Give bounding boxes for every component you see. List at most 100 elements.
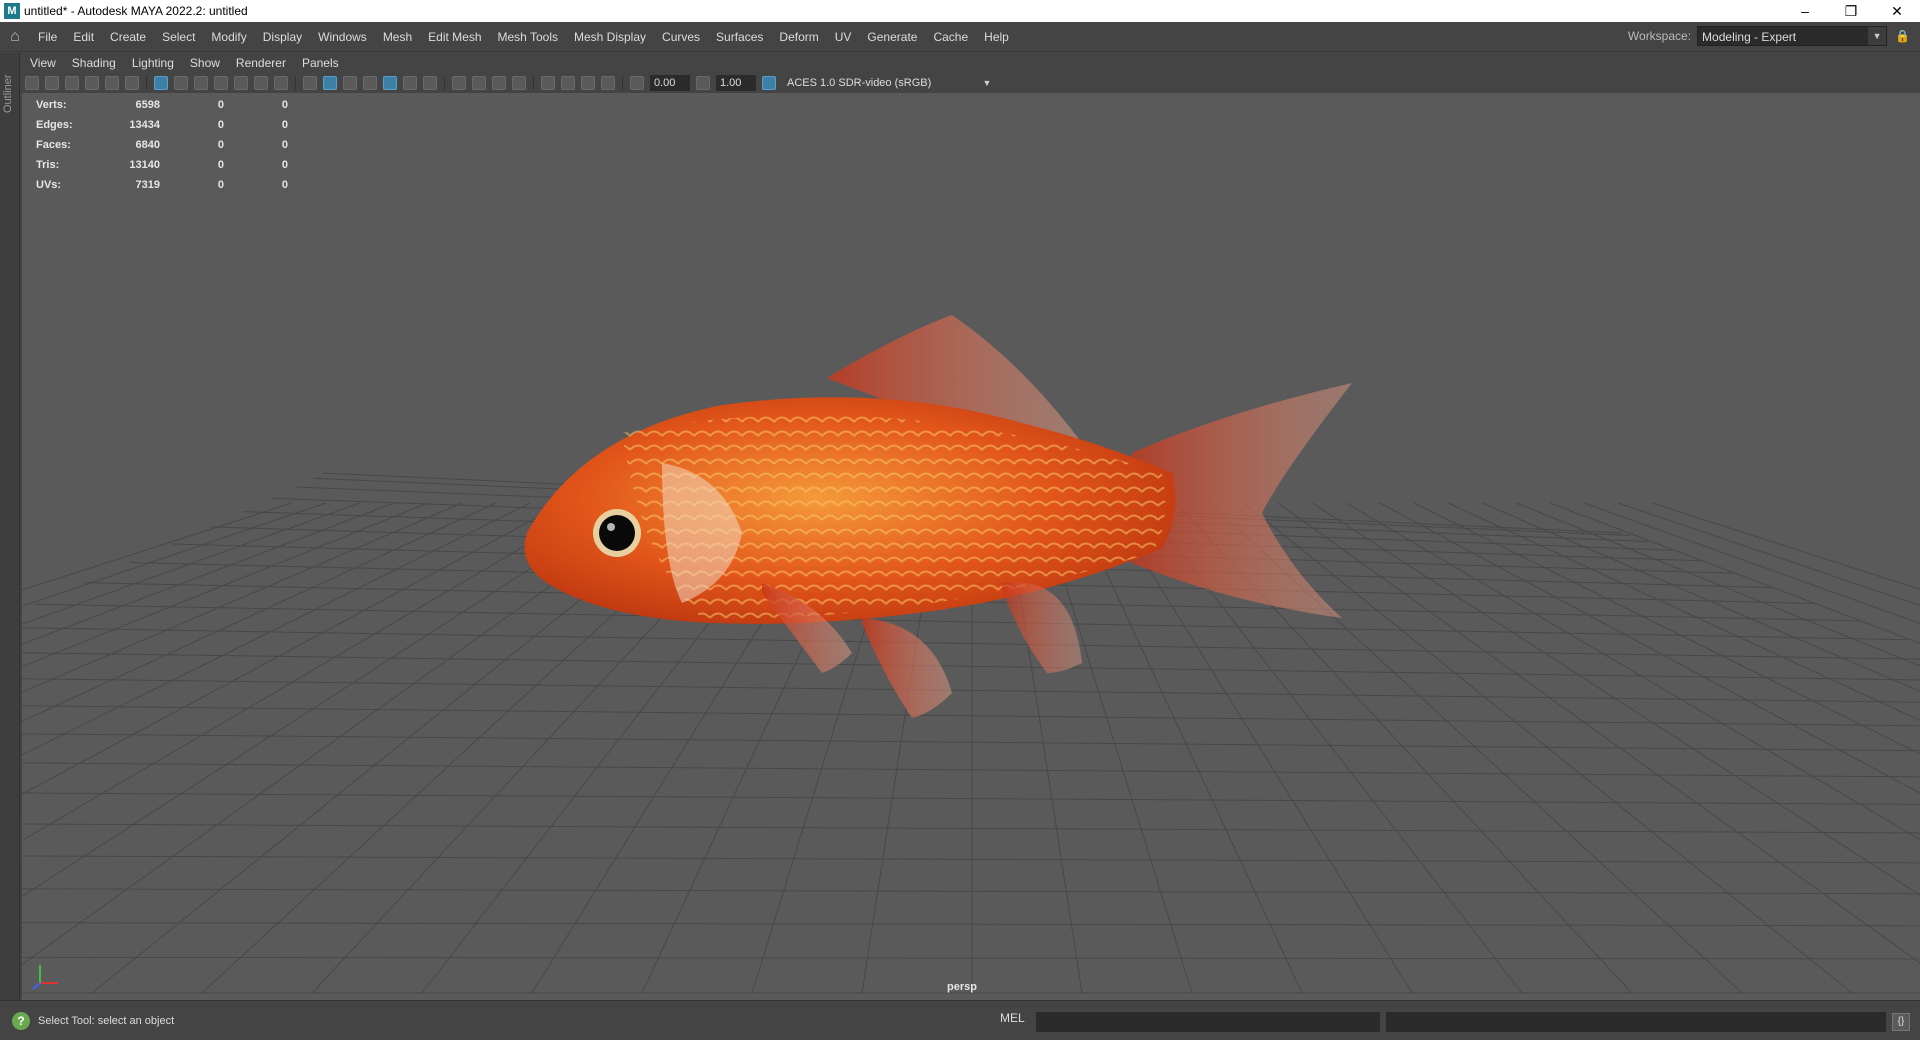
grid-line — [22, 502, 565, 795]
grease-pencil-icon[interactable] — [105, 76, 119, 90]
help-icon[interactable]: ? — [12, 1011, 30, 1030]
title-bar: M untitled* - Autodesk MAYA 2022.2: unti… — [0, 0, 1920, 22]
panel-menu-shading[interactable]: Shading — [64, 56, 124, 70]
hud-selected: 0 — [217, 119, 224, 131]
menu-mesh-display[interactable]: Mesh Display — [566, 30, 654, 44]
home-icon[interactable]: ⌂ — [0, 22, 30, 52]
xray-active-components-icon[interactable] — [581, 76, 595, 90]
menu-select[interactable]: Select — [154, 30, 203, 44]
menu-cache[interactable]: Cache — [925, 30, 976, 44]
menu-mesh[interactable]: Mesh — [375, 30, 420, 44]
lock-icon[interactable]: 🔒 — [1895, 29, 1910, 43]
grid-line — [22, 705, 1920, 727]
use-all-lights-icon[interactable] — [403, 76, 417, 90]
close-button[interactable]: ✕ — [1874, 0, 1920, 22]
gamma-icon[interactable] — [696, 76, 710, 90]
menu-create[interactable]: Create — [102, 30, 154, 44]
safe-title-icon[interactable] — [274, 76, 288, 90]
menu-display[interactable]: Display — [255, 30, 310, 44]
menu-generate[interactable]: Generate — [859, 30, 925, 44]
isolate-select-icon[interactable] — [541, 76, 555, 90]
bookmark-icon[interactable] — [65, 76, 79, 90]
hud-row-verts: Verts: 6598 0 0 — [36, 95, 288, 115]
menu-surfaces[interactable]: Surfaces — [708, 30, 771, 44]
hud-value: 7319 — [135, 179, 160, 191]
depth-of-field-icon[interactable] — [512, 76, 526, 90]
menu-windows[interactable]: Windows — [310, 30, 375, 44]
perspective-viewport[interactable]: Verts: 6598 0 0 Edges: 13434 0 0 Faces: … — [22, 93, 1920, 1000]
exposure-icon[interactable] — [630, 76, 644, 90]
multisample-aa-icon[interactable] — [492, 76, 506, 90]
gate-mask-icon[interactable] — [214, 76, 228, 90]
toolbar-divider — [444, 76, 445, 90]
menu-help[interactable]: Help — [976, 30, 1017, 44]
hud-selected: 0 — [217, 159, 224, 171]
xray-icon[interactable] — [561, 76, 575, 90]
fish-model[interactable] — [524, 315, 1353, 718]
2d-pan-zoom-icon[interactable] — [125, 76, 139, 90]
panel-menu-panels[interactable]: Panels — [294, 56, 347, 70]
menu-uv[interactable]: UV — [827, 30, 860, 44]
use-default-material-icon[interactable] — [343, 76, 357, 90]
minimize-button[interactable]: – — [1782, 0, 1828, 22]
grid-line — [22, 762, 1920, 778]
script-editor-icon[interactable]: {} — [1892, 1013, 1910, 1031]
grid-line — [22, 823, 1920, 834]
hud-label: UVs: — [36, 179, 62, 191]
hud-label: Faces: — [36, 139, 71, 151]
exposure-field[interactable]: 0.00 — [650, 75, 690, 91]
workspace-selector: Workspace: Modeling - Expert ▼ 🔒 — [1628, 26, 1910, 46]
menu-edit-mesh[interactable]: Edit Mesh — [420, 30, 489, 44]
workspace-label: Workspace: — [1627, 29, 1692, 43]
hud-label: Edges: — [36, 119, 73, 131]
grid-line — [22, 678, 1920, 703]
command-line-input[interactable] — [1036, 1012, 1380, 1032]
gamma-field[interactable]: 1.00 — [716, 75, 756, 91]
toolbar-divider — [533, 76, 534, 90]
menu-modify[interactable]: Modify — [203, 30, 254, 44]
camera-icon[interactable] — [25, 76, 39, 90]
smooth-shade-icon[interactable] — [323, 76, 337, 90]
wireframe-icon[interactable] — [303, 76, 317, 90]
panel-menu-view[interactable]: View — [22, 56, 64, 70]
resolution-gate-icon[interactable] — [194, 76, 208, 90]
hud-row-faces: Faces: 6840 0 0 — [36, 135, 288, 155]
command-result-field — [1386, 1012, 1886, 1032]
hud-selected: 0 — [217, 99, 224, 111]
safe-action-icon[interactable] — [254, 76, 268, 90]
command-language-toggle[interactable]: MEL — [1000, 1011, 1025, 1025]
axis-gizmo-icon — [28, 953, 68, 996]
screen-space-ao-icon[interactable] — [452, 76, 466, 90]
grid-line — [1447, 502, 1920, 721]
grid-icon[interactable] — [154, 76, 168, 90]
menu-mesh-tools[interactable]: Mesh Tools — [490, 30, 566, 44]
restore-button[interactable]: ❐ — [1828, 0, 1874, 22]
grid-line — [22, 502, 395, 645]
chevron-down-icon: ▼ — [1868, 27, 1887, 45]
camera-attributes-icon[interactable] — [45, 76, 59, 90]
window-controls: – ❐ ✕ — [1782, 0, 1920, 22]
menu-edit[interactable]: Edit — [65, 30, 102, 44]
shadows-icon[interactable] — [423, 76, 437, 90]
outliner-strip[interactable]: Outliner — [0, 53, 20, 1000]
xray-joints-icon[interactable] — [601, 76, 615, 90]
image-plane-icon[interactable] — [85, 76, 99, 90]
field-chart-icon[interactable] — [234, 76, 248, 90]
film-gate-icon[interactable] — [174, 76, 188, 90]
motion-blur-icon[interactable] — [472, 76, 486, 90]
grid-line — [22, 792, 1920, 805]
maya-app-icon: M — [4, 3, 20, 19]
menu-curves[interactable]: Curves — [654, 30, 708, 44]
wireframe-on-shaded-icon[interactable] — [363, 76, 377, 90]
panel-menu-renderer[interactable]: Renderer — [228, 56, 294, 70]
panel-menu-lighting[interactable]: Lighting — [124, 56, 182, 70]
menu-deform[interactable]: Deform — [771, 30, 826, 44]
hud-value: 13434 — [129, 119, 160, 131]
color-management-icon[interactable] — [762, 76, 776, 90]
panel-menu-show[interactable]: Show — [182, 56, 228, 70]
workspace-dropdown[interactable]: Modeling - Expert ▼ — [1697, 26, 1888, 46]
menu-file[interactable]: File — [30, 30, 65, 44]
chevron-down-icon[interactable]: ▼ — [979, 75, 995, 91]
view-transform-dropdown[interactable]: ACES 1.0 SDR-video (sRGB) ▼ — [783, 75, 991, 91]
textured-icon[interactable] — [383, 76, 397, 90]
